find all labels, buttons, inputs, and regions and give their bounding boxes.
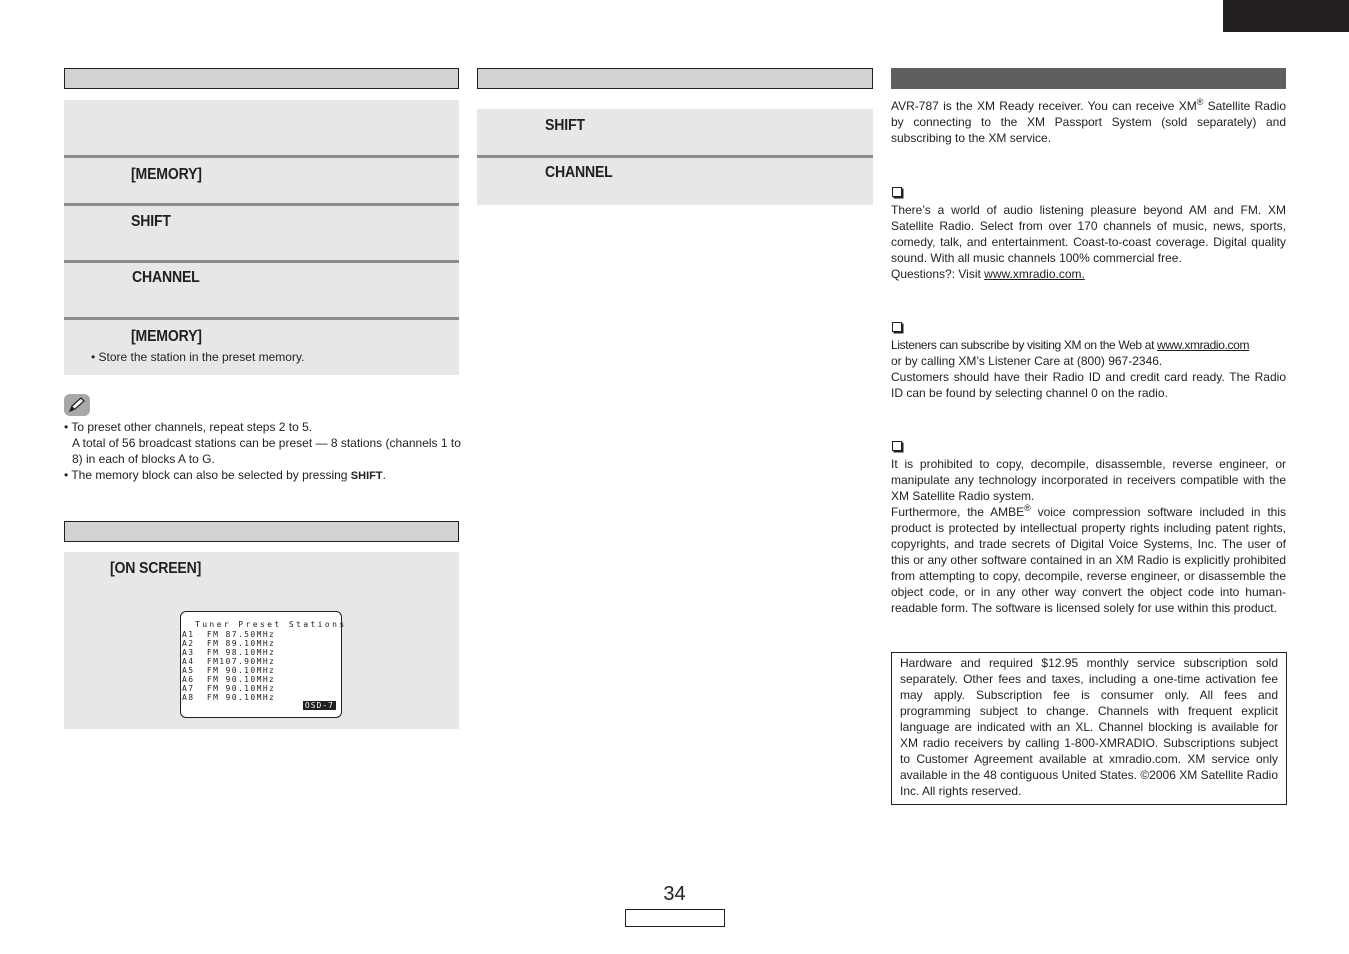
osd-station-line: A6 FM 90.10MHz	[182, 675, 276, 684]
note-item: • To preset other channels, repeat steps…	[64, 420, 313, 434]
recall-step-2: CHANNEL	[477, 155, 873, 205]
xm-intro-text: AVR-787 is the XM Ready receiver. You ca…	[891, 97, 1286, 146]
check-presets-section-header	[64, 521, 459, 542]
shift-key-inline: SHIFT	[350, 470, 383, 482]
xm-disclaimer-box: Hardware and required $12.95 monthly ser…	[891, 652, 1287, 805]
xm-subscribe-text: Listeners can subscribe by visiting XM o…	[891, 338, 1286, 400]
store-station-note: • Store the station in the preset memory…	[91, 350, 305, 364]
checkbox-icon	[892, 441, 902, 451]
recall-step-1: SHIFT	[477, 109, 873, 155]
language-tab-marker	[1223, 0, 1349, 32]
xmradio-link[interactable]: www.xmradio.com.	[984, 267, 1085, 281]
osd-station-line: A2 FM 89.10MHz	[182, 639, 276, 648]
osd-station-line: A7 FM 90.10MHz	[182, 684, 276, 693]
notes-list: • To preset other channels, repeat steps…	[64, 419, 464, 484]
note-item: A total of 56 broadcast stations can be …	[72, 436, 461, 466]
shift-key-label: SHIFT	[545, 117, 585, 134]
channel-key-label: CHANNEL	[545, 164, 613, 181]
xmradio-link[interactable]: www.xmradio.com	[1157, 338, 1249, 352]
xm-legal-text: It is prohibited to copy, decompile, dis…	[891, 457, 1286, 615]
memory-key-label: [MEMORY]	[131, 166, 202, 183]
page-number: 34	[663, 883, 686, 905]
preset-step-5: [MEMORY] • Store the station in the pres…	[64, 317, 459, 375]
osd-station-line: A3 FM 98.10MHz	[182, 648, 276, 657]
osd-station-line: A8 FM 90.10MHz	[182, 693, 276, 702]
preset-recall-section-header	[477, 68, 873, 89]
page-footer-tab	[625, 909, 725, 927]
preset-step-1	[64, 100, 459, 155]
xm-section-header	[891, 68, 1286, 89]
checkbox-icon	[892, 187, 902, 197]
checkbox-icon	[892, 322, 902, 332]
osd-title: Tuner Preset Stations	[195, 620, 347, 629]
osd-station-line: A4 FM107.90MHz	[182, 657, 276, 666]
recall-steps-panel: SHIFT CHANNEL	[477, 109, 873, 205]
osd-station-line: A5 FM 90.10MHz	[182, 666, 276, 675]
shift-key-label: SHIFT	[131, 213, 171, 230]
presetting-section-header	[64, 68, 459, 89]
preset-step-4: CHANNEL	[64, 260, 459, 317]
memory-key-label-2: [MEMORY]	[131, 328, 202, 345]
preset-step-2: [MEMORY]	[64, 155, 459, 203]
preset-step-3: SHIFT	[64, 203, 459, 260]
osd-station-line: A1 FM 87.50MHz	[182, 630, 276, 639]
xm-about-text: There’s a world of audio listening pleas…	[891, 203, 1286, 281]
note-item: • The memory block can also be selected …	[64, 468, 386, 482]
osd-screen-preview: Tuner Preset Stations A1 FM 87.50MHz A2 F…	[180, 611, 344, 718]
pencil-icon	[64, 394, 90, 416]
osd-badge: OSD-7	[302, 701, 336, 710]
channel-key-label: CHANNEL	[132, 269, 200, 286]
osd-station-list: A1 FM 87.50MHz A2 FM 89.10MHz A3 FM 98.10M…	[182, 630, 275, 702]
preset-steps-panel: [MEMORY] SHIFT CHANNEL [MEMORY] • Store …	[64, 100, 459, 375]
on-screen-key-label: [ON SCREEN]	[110, 560, 202, 577]
